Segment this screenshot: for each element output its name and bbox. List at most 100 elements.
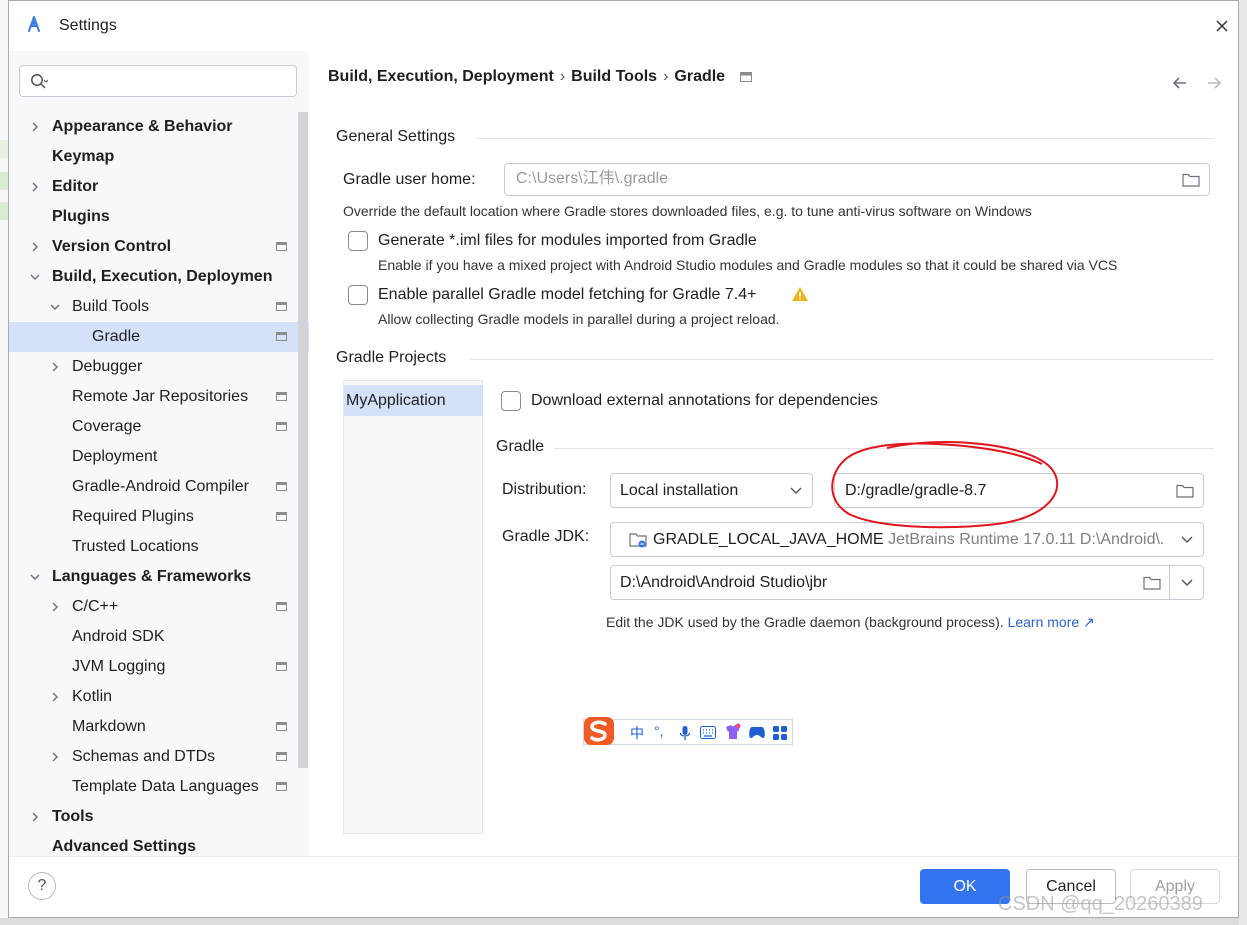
folder-icon[interactable]	[1182, 172, 1200, 187]
sidebar-item[interactable]: Trusted Locations	[9, 532, 309, 562]
project-item-myapplication[interactable]: MyApplication	[344, 385, 483, 416]
sidebar-item-label: Remote Jar Repositories	[72, 388, 249, 405]
chevron-right-icon[interactable]	[49, 361, 61, 373]
sidebar-item[interactable]: Appearance & Behavior	[9, 112, 309, 142]
section-divider	[554, 448, 1214, 449]
microphone-icon[interactable]	[679, 725, 691, 741]
background-window-bottom	[0, 918, 1247, 925]
sidebar-item-label: Debugger	[72, 358, 143, 375]
ok-button[interactable]: OK	[920, 869, 1010, 904]
ime-punctuation-label[interactable]: °,	[654, 723, 664, 739]
sidebar-item[interactable]: Plugins	[9, 202, 309, 232]
chevron-down-icon[interactable]	[1181, 579, 1193, 587]
chevron-right-icon[interactable]	[29, 811, 41, 823]
forward-arrow-icon[interactable]	[1203, 72, 1225, 94]
gamepad-icon[interactable]	[748, 726, 766, 739]
chevron-right-icon[interactable]	[29, 121, 41, 133]
breadcrumb: Build, Execution, Deployment › Build Tools…	[328, 68, 752, 86]
folder-icon[interactable]	[1143, 575, 1161, 590]
sidebar-item[interactable]: Build, Execution, Deploymen	[9, 262, 309, 292]
project-level-icon	[276, 662, 287, 671]
close-icon[interactable]	[1209, 13, 1235, 39]
project-level-icon	[276, 302, 287, 311]
generate-iml-checkbox[interactable]	[348, 231, 368, 251]
sidebar-item[interactable]: Editor	[9, 172, 309, 202]
breadcrumb-part: Build Tools	[571, 68, 658, 85]
download-annotations-checkbox[interactable]	[501, 391, 521, 411]
warning-icon	[792, 287, 808, 301]
project-level-icon	[276, 422, 287, 431]
sidebar-item[interactable]: Gradle-Android Compiler	[9, 472, 309, 502]
jdk-name: GRADLE_LOCAL_JAVA_HOME	[653, 531, 884, 548]
sidebar-item-label: Gradle-Android Compiler	[72, 478, 249, 495]
sidebar-item[interactable]: C/C++	[9, 592, 309, 622]
sidebar-item[interactable]: Languages & Frameworks	[9, 562, 309, 592]
sidebar-item[interactable]: Version Control	[9, 232, 309, 262]
gradle-jdk-dropdown[interactable]: GRADLE_LOCAL_JAVA_HOME JetBrains Runtime…	[610, 522, 1204, 557]
sidebar-item-label: Template Data Languages	[72, 778, 259, 795]
help-button[interactable]: ?	[28, 872, 56, 900]
learn-more-link[interactable]: Learn more ↗	[1008, 614, 1095, 630]
distribution-path-field[interactable]: D:/gradle/gradle-8.7	[834, 473, 1204, 508]
ime-toolbar: 中 °,	[583, 716, 793, 746]
sidebar-scrollbar[interactable]	[298, 112, 308, 768]
folder-icon[interactable]	[1176, 483, 1194, 498]
jdk-path-field[interactable]: D:\Android\Android Studio\jbr	[610, 565, 1204, 600]
generate-iml-label[interactable]: Generate *.iml files for modules importe…	[378, 232, 757, 250]
keyboard-icon[interactable]	[700, 726, 716, 739]
sidebar-item[interactable]: Remote Jar Repositories	[9, 382, 309, 412]
sidebar-item[interactable]: Android SDK	[9, 622, 309, 652]
project-level-icon	[739, 71, 752, 82]
chevron-down-icon[interactable]	[29, 271, 41, 283]
distribution-value: Local installation	[620, 482, 739, 499]
skin-icon[interactable]	[724, 723, 742, 741]
sidebar-item-label: Deployment	[72, 448, 158, 465]
distribution-label: Distribution:	[502, 481, 587, 498]
sidebar-item[interactable]: Keymap	[9, 142, 309, 172]
sidebar-item[interactable]: Template Data Languages	[9, 772, 309, 802]
sidebar-item-label: Appearance & Behavior	[52, 118, 233, 135]
search-input[interactable]	[19, 65, 297, 97]
sidebar-item[interactable]: Tools	[9, 802, 309, 832]
project-level-icon	[276, 782, 287, 791]
sidebar-item[interactable]: Debugger	[9, 352, 309, 382]
sidebar-item[interactable]: JVM Logging	[9, 652, 309, 682]
gradle-section-title: Gradle	[496, 438, 545, 455]
parallel-fetching-checkbox[interactable]	[348, 285, 368, 305]
sidebar-item-label: Languages & Frameworks	[52, 568, 252, 585]
chevron-right-icon[interactable]	[29, 181, 41, 193]
sogou-logo-icon[interactable]	[583, 716, 615, 746]
gradle-user-home-field[interactable]: C:\Users\江伟\.gradle	[504, 163, 1210, 196]
sidebar-item-label: Android SDK	[72, 628, 165, 645]
sidebar-item[interactable]: Deployment	[9, 442, 309, 472]
chevron-right-icon[interactable]	[49, 751, 61, 763]
chevron-down-icon	[790, 487, 802, 494]
sidebar-item-label: JVM Logging	[72, 658, 166, 675]
toolbox-grid-icon[interactable]	[773, 726, 787, 740]
sidebar-item[interactable]: Required Plugins	[9, 502, 309, 532]
back-arrow-icon[interactable]	[1169, 72, 1191, 94]
sidebar-item[interactable]: Markdown	[9, 712, 309, 742]
jdk-detail: JetBrains Runtime 17.0.11 D:\Android\.	[888, 531, 1165, 548]
sidebar-item[interactable]: Build Tools	[9, 292, 309, 322]
chevron-down-icon[interactable]	[49, 301, 61, 313]
sidebar-item[interactable]: Gradle	[9, 322, 309, 352]
sidebar-item[interactable]: Coverage	[9, 412, 309, 442]
chevron-right-icon[interactable]	[29, 241, 41, 253]
chevron-down-icon[interactable]	[29, 571, 41, 583]
parallel-fetching-hint: Allow collecting Gradle models in parall…	[378, 311, 780, 327]
sidebar-item[interactable]: Advanced Settings	[9, 832, 309, 862]
chevron-right-icon[interactable]	[49, 691, 61, 703]
jdk-path-value: D:\Android\Android Studio\jbr	[620, 574, 828, 591]
sidebar-item-label: Required Plugins	[72, 508, 194, 525]
download-annotations-label[interactable]: Download external annotations for depend…	[531, 392, 878, 410]
sidebar-item[interactable]: Schemas and DTDs	[9, 742, 309, 772]
project-level-icon	[276, 602, 287, 611]
chevron-right-icon[interactable]	[49, 601, 61, 613]
distribution-dropdown[interactable]: Local installation	[610, 473, 813, 508]
project-level-icon	[276, 392, 287, 401]
parallel-fetching-label[interactable]: Enable parallel Gradle model fetching fo…	[378, 286, 756, 304]
sidebar-item[interactable]: Kotlin	[9, 682, 309, 712]
sidebar-item-label: Markdown	[72, 718, 146, 735]
ime-language-label[interactable]: 中	[630, 723, 644, 743]
